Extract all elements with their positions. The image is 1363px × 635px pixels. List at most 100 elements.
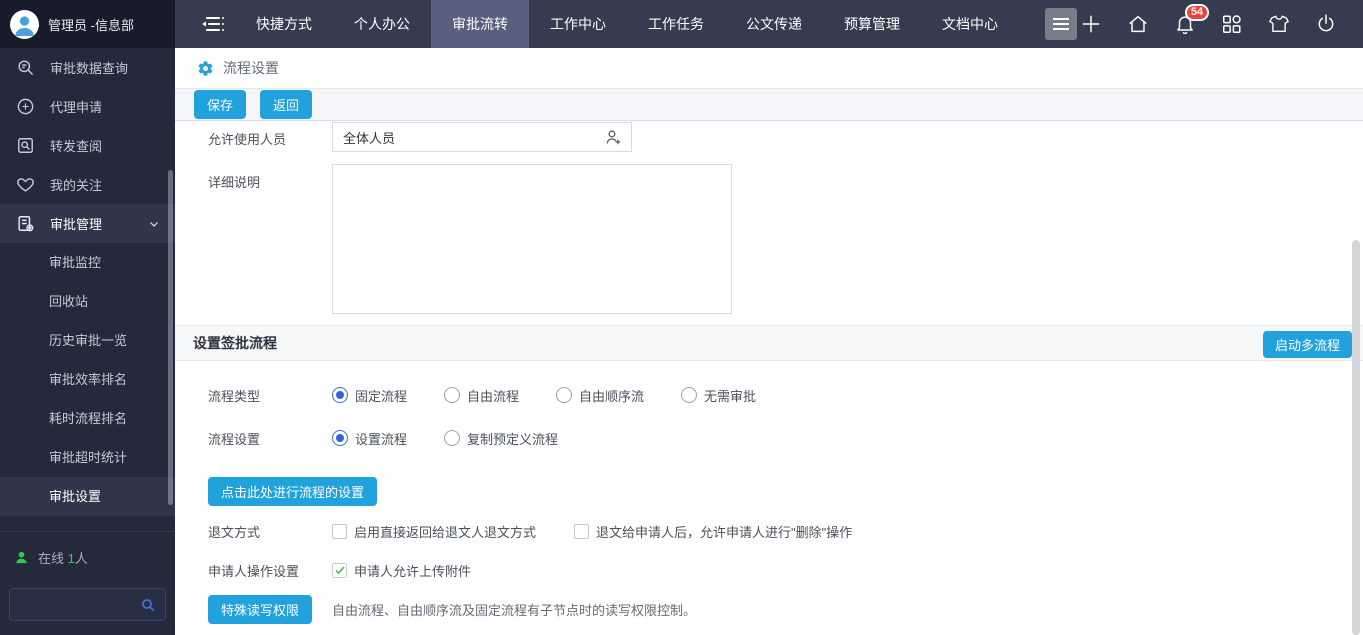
user-panel[interactable]: 管理员 -信息部	[0, 0, 175, 48]
tab-work-center[interactable]: 工作中心	[529, 0, 627, 48]
main-nav: 快捷方式 个人办公 审批流转 工作中心 工作任务 公文传递 预算管理 文档中心	[235, 0, 1077, 48]
main-scrollbar-thumb[interactable]	[1352, 240, 1360, 635]
sidebar-subitem-efficiency-ranking[interactable]: 审批效率排名	[0, 360, 175, 399]
radio-copy-predefined-flow[interactable]: 复制预定义流程	[444, 429, 558, 448]
online-status: 在线 1人	[0, 532, 175, 567]
back-button[interactable]: 返回	[260, 90, 312, 119]
power-icon[interactable]	[1315, 13, 1337, 35]
sidebar-subitem-time-consuming-ranking[interactable]: 耗时流程排名	[0, 399, 175, 438]
radio-free-sequence-flow[interactable]: 自由顺序流	[556, 386, 644, 405]
topbar: 管理员 -信息部 快捷方式 个人办公 审批流转 工作中心 工作任务 公文传递 预…	[0, 0, 1363, 48]
online-suffix: 人	[75, 551, 88, 566]
search-data-icon	[16, 58, 35, 77]
flow-setting-row: 流程设置 设置流程 复制预定义流程	[175, 423, 1363, 453]
gear-icon	[197, 60, 214, 77]
radio-fixed-flow[interactable]: 固定流程	[332, 386, 407, 405]
checkbox-icon[interactable]	[574, 524, 589, 539]
sidebar-subitem-approval-monitor[interactable]: 审批监控	[0, 243, 175, 282]
radio-icon[interactable]	[444, 430, 460, 446]
return-doc-options: 启用直接返回给退文人退文方式 退文给申请人后，允许申请人进行"删除"操作	[332, 522, 852, 541]
page-title: 流程设置	[223, 58, 279, 78]
apps-icon[interactable]	[1221, 13, 1243, 35]
radio-icon[interactable]	[444, 387, 460, 403]
special-rw-permission-button[interactable]: 特殊读写权限	[208, 595, 312, 624]
sidebar-search-input[interactable]	[10, 597, 140, 612]
tab-document-center[interactable]: 文档中心	[921, 0, 1019, 48]
return-doc-label: 退文方式	[208, 522, 260, 541]
flow-type-label: 流程类型	[208, 386, 260, 405]
tab-document-transfer[interactable]: 公文传递	[725, 0, 823, 48]
avatar[interactable]	[10, 10, 39, 39]
sidebar-subitem-overtime-statistics[interactable]: 审批超时统计	[0, 438, 175, 477]
sidebar-item-label: 审批管理	[50, 214, 102, 233]
checkbox-checked-icon[interactable]	[332, 563, 347, 578]
flow-setting-options: 设置流程 复制预定义流程	[332, 429, 558, 448]
forward-view-icon	[16, 136, 35, 155]
breadcrumb: 流程设置	[175, 48, 1363, 89]
sidebar-item-label: 转发查阅	[50, 136, 102, 155]
checkbox-icon[interactable]	[332, 524, 347, 539]
section-header: 设置签批流程 启动多流程	[175, 325, 1363, 361]
tab-work-tasks[interactable]: 工作任务	[627, 0, 725, 48]
applicant-settings-label: 申请人操作设置	[208, 561, 299, 580]
add-icon[interactable]	[1080, 13, 1102, 35]
topbar-actions: 54	[1080, 0, 1363, 48]
form-content: 允许使用人员 详细说明 设置签批流程 启动多流程 流程类型 固定流程 自由流程 …	[175, 121, 1363, 635]
checkbox-direct-return[interactable]: 启用直接返回给退文人退文方式	[332, 522, 536, 541]
return-doc-row: 退文方式 启用直接返回给退文人退文方式 退文给申请人后，允许申请人进行"删除"操…	[175, 516, 1363, 546]
toolbar: 保存 返回	[175, 89, 1363, 121]
sidebar-subitem-approval-settings[interactable]: 审批设置	[0, 477, 175, 516]
description-textarea[interactable]	[332, 164, 732, 314]
add-person-icon[interactable]	[604, 128, 623, 147]
online-label: 在线	[38, 551, 64, 566]
special-permission-description: 自由流程、自由顺序流及固定流程有子节点时的读写权限控制。	[332, 600, 696, 619]
sidebar-item-approval-data-query[interactable]: 审批数据查询	[0, 48, 175, 87]
radio-icon[interactable]	[681, 387, 697, 403]
sidebar-item-my-follow[interactable]: 我的关注	[0, 165, 175, 204]
description-label: 详细说明	[208, 172, 260, 191]
heart-icon	[16, 175, 35, 194]
special-permission-row: 特殊读写权限 自由流程、自由顺序流及固定流程有子节点时的读写权限控制。	[175, 594, 1363, 624]
allowed-users-label: 允许使用人员	[208, 129, 286, 148]
search-icon[interactable]	[140, 597, 156, 613]
approval-manage-icon	[16, 214, 35, 233]
checkbox-allow-delete[interactable]: 退文给申请人后，允许申请人进行"删除"操作	[574, 522, 852, 541]
sidebar-item-label: 审批数据查询	[50, 58, 128, 77]
section-title: 设置签批流程	[193, 333, 277, 353]
checkbox-allow-attachments[interactable]: 申请人允许上传附件	[332, 561, 471, 580]
applicant-settings-row: 申请人操作设置 申请人允许上传附件	[175, 555, 1363, 585]
notification-badge: 54	[1185, 4, 1209, 21]
tab-approval-flow[interactable]: 审批流转	[431, 0, 529, 48]
tab-budget-management[interactable]: 预算管理	[823, 0, 921, 48]
sidebar-subitem-recycle-bin[interactable]: 回收站	[0, 282, 175, 321]
sidebar-collapse-icon[interactable]	[189, 0, 235, 48]
more-menu-button[interactable]	[1045, 8, 1077, 40]
sidebar-item-approval-management[interactable]: 审批管理	[0, 204, 175, 243]
chevron-down-icon	[148, 218, 160, 230]
radio-icon[interactable]	[556, 387, 572, 403]
online-user-icon	[14, 550, 29, 565]
tab-personal-office[interactable]: 个人办公	[333, 0, 431, 48]
sidebar: 审批数据查询 代理申请 转发查阅 我的关注 审批管理 审批监控 回收站 历史审批…	[0, 48, 175, 635]
radio-icon[interactable]	[332, 387, 348, 403]
sidebar-item-proxy-application[interactable]: 代理申请	[0, 87, 175, 126]
sidebar-item-label: 代理申请	[50, 97, 102, 116]
flow-type-options: 固定流程 自由流程 自由顺序流 无需审批	[332, 386, 756, 405]
radio-icon[interactable]	[332, 430, 348, 446]
theme-shirt-icon[interactable]	[1268, 13, 1290, 35]
tab-shortcuts[interactable]: 快捷方式	[235, 0, 333, 48]
bell-icon[interactable]: 54	[1174, 13, 1196, 35]
setup-flow-button[interactable]: 点击此处进行流程的设置	[208, 477, 377, 506]
sidebar-subitem-history-overview[interactable]: 历史审批一览	[0, 321, 175, 360]
sidebar-scrollbar-thumb[interactable]	[168, 170, 173, 505]
radio-set-flow[interactable]: 设置流程	[332, 429, 407, 448]
proxy-icon	[16, 97, 35, 116]
sidebar-item-forward-view[interactable]: 转发查阅	[0, 126, 175, 165]
save-button[interactable]: 保存	[194, 90, 246, 119]
allowed-users-input[interactable]	[333, 130, 604, 145]
home-icon[interactable]	[1127, 13, 1149, 35]
start-multi-flow-button[interactable]: 启动多流程	[1263, 331, 1352, 358]
flow-type-row: 流程类型 固定流程 自由流程 自由顺序流 无需审批	[175, 380, 1363, 410]
radio-no-approval[interactable]: 无需审批	[681, 386, 756, 405]
radio-free-flow[interactable]: 自由流程	[444, 386, 519, 405]
